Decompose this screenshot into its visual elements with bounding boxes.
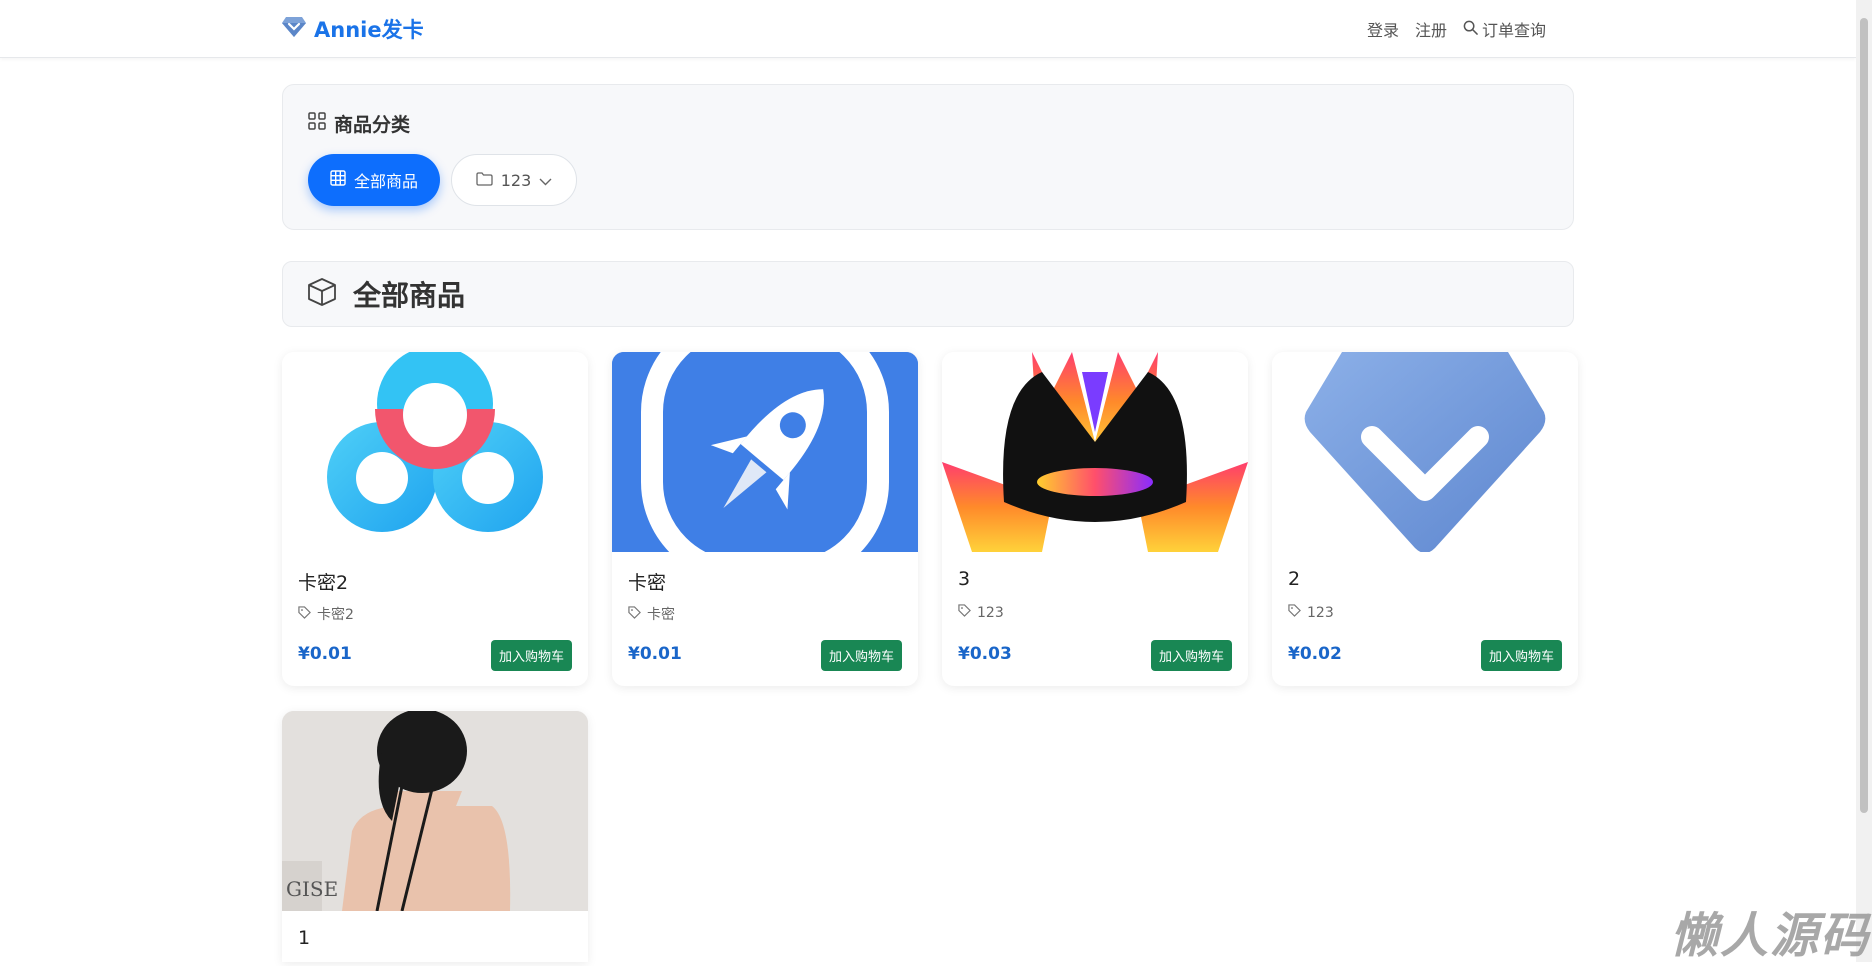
brand-logo-link[interactable]: Annie发卡 (282, 14, 424, 44)
product-tag-label: 卡密2 (317, 607, 354, 623)
product-tag-label: 123 (977, 604, 1004, 621)
product-card[interactable]: GISE 1 (282, 711, 588, 962)
category-title: 商品分类 (308, 110, 410, 137)
grid-icon (308, 112, 326, 135)
tag-icon (958, 604, 971, 621)
product-tag-label: 123 (1307, 604, 1334, 621)
box-icon (307, 277, 337, 311)
category-panel: 商品分类 全部商品 123 (282, 84, 1574, 230)
product-name: 卡密 (628, 572, 667, 594)
product-name: 卡密2 (298, 572, 349, 594)
diamond-icon (282, 16, 306, 42)
product-tag: 123 (958, 604, 1004, 621)
order-query-link[interactable]: 订单查询 (1463, 17, 1546, 41)
product-name: 2 (1288, 568, 1301, 590)
product-price: ¥0.03 (958, 644, 1012, 664)
tag-icon (1288, 604, 1301, 621)
watermark: 懒人源码 (1670, 908, 1871, 964)
page-scrollbar[interactable] (1856, 0, 1872, 962)
product-image (942, 352, 1248, 552)
add-to-cart-button[interactable]: 加入购物车 (820, 640, 902, 671)
product-tag: 123 (1288, 604, 1334, 621)
tag-icon (298, 605, 311, 623)
product-price: ¥0.02 (1288, 644, 1342, 664)
product-card[interactable]: 卡密 卡密 ¥0.01 加入购物车 (612, 352, 918, 686)
product-card[interactable]: 2 123 ¥0.02 加入购物车 (1272, 352, 1578, 686)
svg-text:GISE: GISE (286, 877, 338, 901)
table-icon (330, 170, 346, 190)
login-link[interactable]: 登录 (1367, 17, 1399, 41)
folder-icon (476, 171, 493, 190)
add-to-cart-button[interactable]: 加入购物车 (1150, 640, 1232, 671)
product-image (282, 352, 588, 552)
brand-name: Annie发卡 (314, 18, 424, 42)
chevron-down-icon (539, 171, 552, 190)
product-card[interactable]: 卡密2 卡密2 ¥0.01 加入购物车 (282, 352, 588, 686)
top-navbar: Annie发卡 登录 注册 订单查询 (0, 0, 1856, 58)
all-products-label: 全部商品 (353, 172, 418, 191)
product-tag: 卡密 (628, 604, 675, 624)
product-name: 3 (958, 568, 971, 590)
product-image: GISE (282, 711, 588, 911)
product-tag-label: 卡密 (647, 607, 675, 623)
product-tag: 卡密2 (298, 604, 354, 624)
section-title: 全部商品 (353, 279, 466, 312)
product-name: 1 (298, 927, 311, 949)
product-price: ¥0.01 (298, 644, 352, 664)
nav-links: 登录 注册 订单查询 (1367, 17, 1546, 41)
all-products-button[interactable]: 全部商品 (308, 154, 440, 206)
add-to-cart-button[interactable]: 加入购物车 (490, 640, 572, 671)
search-icon (1463, 20, 1478, 39)
order-query-label: 订单查询 (1481, 21, 1546, 40)
product-card[interactable]: 3 123 ¥0.03 加入购物车 (942, 352, 1248, 686)
add-to-cart-button[interactable]: 加入购物车 (1480, 640, 1562, 671)
category-dropdown-button[interactable]: 123 (451, 154, 577, 206)
category-dropdown-label: 123 (500, 170, 532, 190)
product-image (1272, 352, 1578, 552)
section-header: 全部商品 (282, 261, 1574, 327)
category-title-label: 商品分类 (334, 114, 411, 136)
product-image (612, 352, 918, 552)
register-link[interactable]: 注册 (1415, 17, 1447, 41)
tag-icon (628, 605, 641, 623)
product-price: ¥0.01 (628, 644, 682, 664)
scrollbar-thumb[interactable] (1860, 18, 1868, 813)
